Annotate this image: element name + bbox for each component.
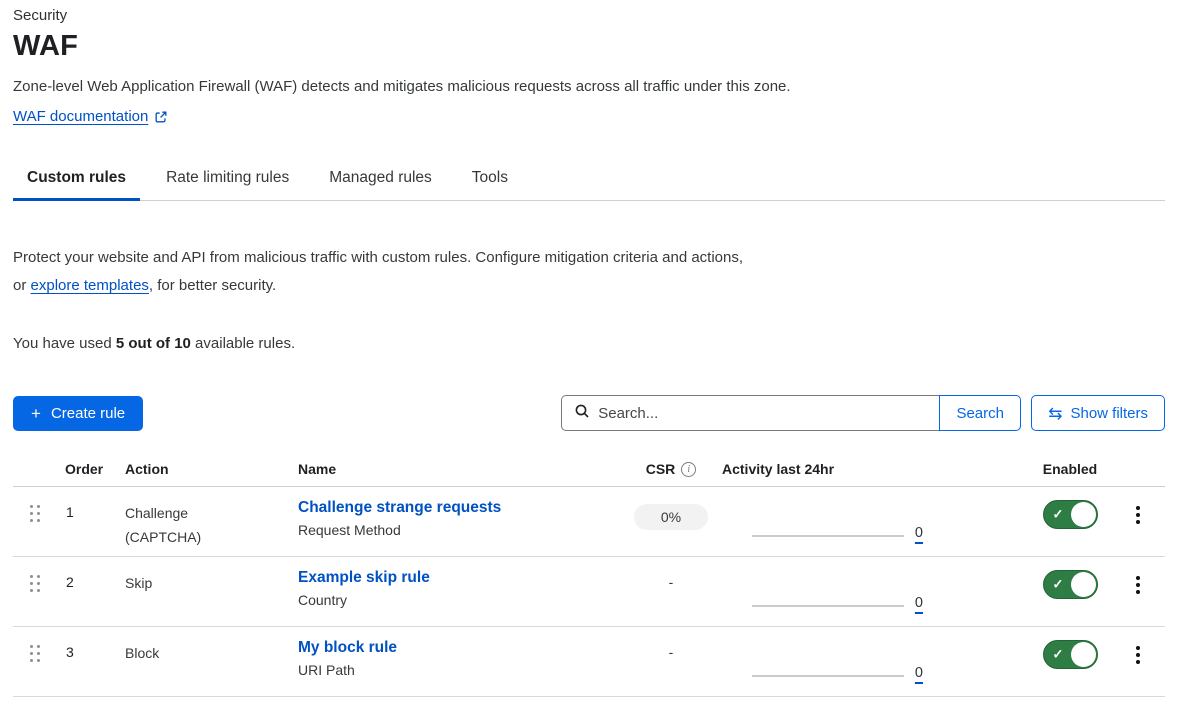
csr-value: 0% [634, 504, 708, 530]
enabled-toggle[interactable]: ✓ [1043, 570, 1098, 599]
create-rule-label: Create rule [51, 405, 125, 422]
rule-action: Challenge (CAPTCHA) [125, 501, 225, 549]
waf-documentation-link[interactable]: WAF documentation [13, 108, 168, 125]
check-icon: ✓ [1053, 506, 1064, 522]
csr-info-icon[interactable]: i [681, 462, 696, 477]
header-order: Order [55, 461, 115, 477]
page-title: WAF [13, 30, 1165, 63]
search-button[interactable]: Search [939, 395, 1021, 431]
create-rule-button[interactable]: + Create rule [13, 396, 143, 431]
explore-templates-link[interactable]: explore templates [31, 277, 149, 294]
swap-arrows-icon: ⇆ [1048, 405, 1062, 422]
search-input[interactable] [598, 405, 929, 422]
toggle-knob [1071, 572, 1096, 597]
rules-usage-text: You have used 5 out of 10 available rule… [13, 335, 1165, 352]
rule-name-link[interactable]: Example skip rule [298, 569, 430, 586]
plus-icon: + [31, 405, 41, 422]
check-icon: ✓ [1053, 646, 1064, 662]
enabled-toggle[interactable]: ✓ [1043, 500, 1098, 529]
waf-tab-bar: Custom rules Rate limiting rules Managed… [13, 159, 1165, 201]
usage-count: 5 out of 10 [116, 335, 191, 352]
rule-field: Country [298, 592, 620, 608]
kebab-menu[interactable] [1130, 644, 1146, 696]
kebab-menu[interactable] [1130, 504, 1146, 556]
tab-tools[interactable]: Tools [458, 159, 522, 200]
rule-field: Request Method [298, 522, 620, 538]
csr-value: - [669, 574, 674, 590]
usage-suffix: available rules. [191, 335, 295, 352]
header-name: Name [288, 461, 620, 477]
waf-documentation-link-label: WAF documentation [13, 108, 148, 125]
header-action: Action [115, 461, 288, 477]
rule-field: URI Path [298, 662, 620, 678]
drag-handle-icon[interactable] [30, 505, 40, 556]
table-row: 1 Challenge (CAPTCHA) Challenge strange … [13, 487, 1165, 557]
search-box [561, 395, 939, 431]
page-description: Zone-level Web Application Firewall (WAF… [13, 78, 1165, 95]
rule-name-link[interactable]: Challenge strange requests [298, 499, 501, 516]
activity-sparkline [752, 605, 904, 607]
rule-order: 2 [55, 557, 115, 626]
rule-action: Skip [125, 571, 152, 595]
check-icon: ✓ [1053, 576, 1064, 592]
rule-order: 1 [55, 487, 115, 556]
breadcrumb: Security [13, 7, 1165, 24]
show-filters-label: Show filters [1070, 405, 1148, 422]
drag-handle-icon[interactable] [30, 645, 40, 696]
drag-handle-icon[interactable] [30, 575, 40, 626]
csr-value: - [669, 644, 674, 660]
header-enabled: Enabled [1043, 461, 1097, 477]
tab-rate-limiting-rules[interactable]: Rate limiting rules [152, 159, 303, 200]
tab-managed-rules[interactable]: Managed rules [315, 159, 446, 200]
toggle-knob [1071, 502, 1096, 527]
usage-prefix: You have used [13, 335, 116, 352]
rules-table: Order Action Name CSR i Activity last 24… [13, 461, 1165, 697]
rules-table-header: Order Action Name CSR i Activity last 24… [13, 461, 1165, 487]
waf-page: Security WAF Zone-level Web Application … [0, 0, 1177, 697]
enabled-toggle[interactable]: ✓ [1043, 640, 1098, 669]
activity-sparkline [752, 535, 904, 537]
table-row: 3 Block My block rule URI Path - 0 ✓ [13, 627, 1165, 697]
activity-sparkline [752, 675, 904, 677]
kebab-menu[interactable] [1130, 574, 1146, 626]
rule-action: Block [125, 641, 159, 665]
activity-count-link[interactable]: 0 [915, 666, 923, 681]
header-activity: Activity last 24hr [722, 461, 935, 477]
rules-toolbar: + Create rule Search ⇆ Show filt [13, 395, 1165, 431]
external-link-icon [154, 110, 168, 124]
rule-order: 3 [55, 627, 115, 696]
search-group: Search [561, 395, 1021, 431]
custom-rules-intro: Protect your website and API from malici… [13, 244, 748, 300]
toggle-knob [1071, 642, 1096, 667]
activity-count-link[interactable]: 0 [915, 526, 923, 541]
intro-text-after: , for better security. [149, 277, 276, 294]
show-filters-button[interactable]: ⇆ Show filters [1031, 395, 1165, 431]
search-icon [574, 403, 590, 424]
activity-count-link[interactable]: 0 [915, 596, 923, 611]
tab-custom-rules[interactable]: Custom rules [13, 159, 140, 200]
table-body: 1 Challenge (CAPTCHA) Challenge strange … [13, 487, 1165, 697]
rule-name-link[interactable]: My block rule [298, 639, 397, 656]
header-csr: CSR [646, 461, 676, 477]
table-row: 2 Skip Example skip rule Country - 0 ✓ [13, 557, 1165, 627]
